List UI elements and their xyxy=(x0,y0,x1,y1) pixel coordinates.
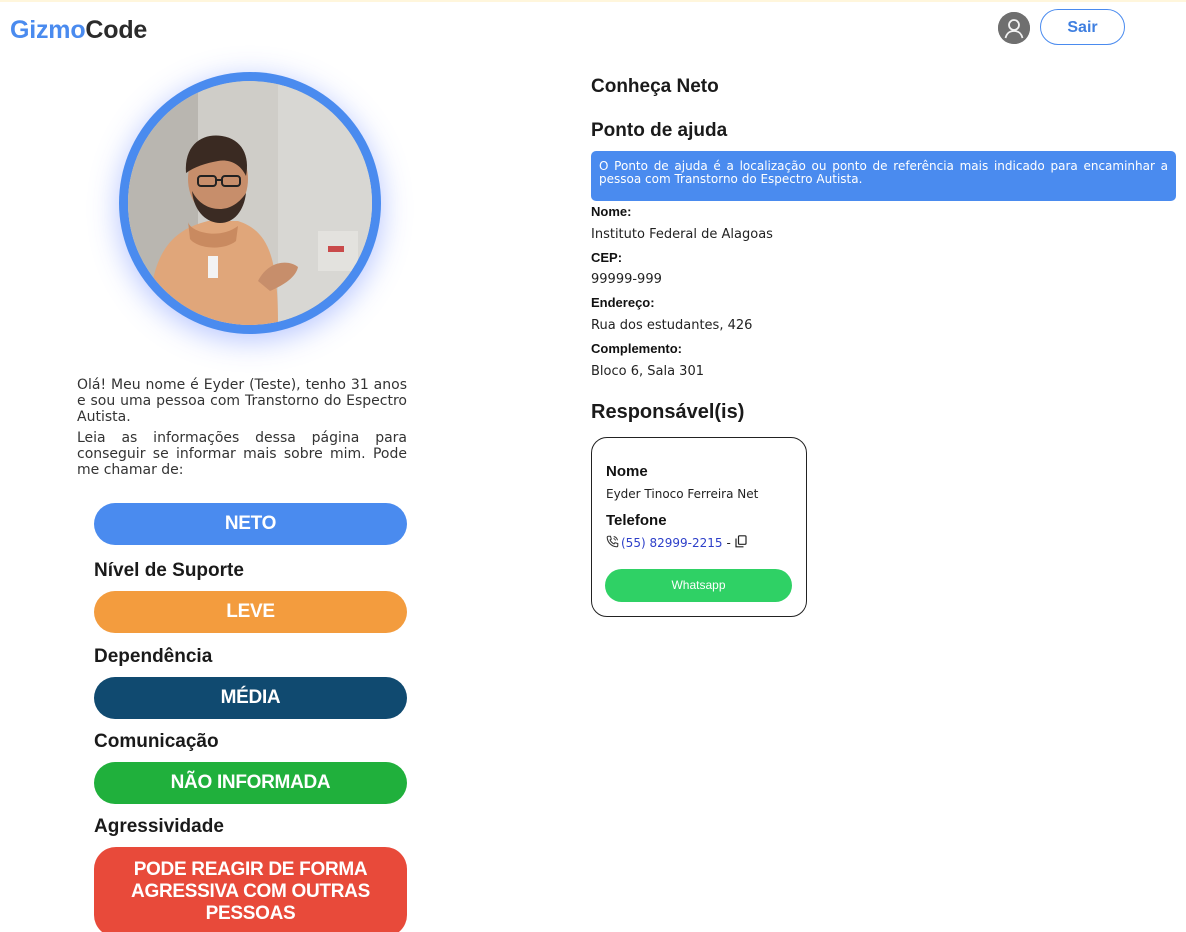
intro-text: Olá! Meu nome é Eyder (Teste), tenho 31 … xyxy=(77,377,407,478)
phone-link[interactable]: (55) 82999-2215 xyxy=(621,536,723,550)
communication-label: Comunicação xyxy=(94,731,219,752)
nickname-badge: NETO xyxy=(94,503,407,545)
help-point-name-value: Instituto Federal de Alagoas xyxy=(591,227,773,242)
help-point-address-label: Endereço: xyxy=(591,295,655,310)
help-point-title: Ponto de ajuda xyxy=(591,120,728,141)
logo-part-gizmo: Gizmo xyxy=(10,16,86,44)
profile-photo-frame xyxy=(119,72,381,334)
logo-part-code: Code xyxy=(85,16,148,44)
profile-photo xyxy=(128,81,372,325)
responsible-phone-label: Telefone xyxy=(606,512,667,529)
help-point-address-value: Rua dos estudantes, 426 xyxy=(591,318,753,333)
help-point-cep-value: 99999-999 xyxy=(591,272,662,287)
app-logo[interactable]: GizmoCode xyxy=(10,16,147,45)
intro-paragraph-2: Leia as informações dessa página para co… xyxy=(77,430,407,478)
copy-icon[interactable] xyxy=(735,535,747,551)
logout-button[interactable]: Sair xyxy=(1040,9,1125,45)
aggressiveness-label: Agressividade xyxy=(94,816,224,837)
page-title: Conheça Neto xyxy=(591,76,719,97)
top-accent-line xyxy=(0,0,1186,2)
dependency-badge: MÉDIA xyxy=(94,677,407,719)
phone-separator: - xyxy=(726,536,731,550)
help-point-name-label: Nome: xyxy=(591,204,632,219)
support-level-label: Nível de Suporte xyxy=(94,560,244,581)
phone-row: (55) 82999-2215 - xyxy=(606,535,747,551)
help-point-complement-label: Complemento: xyxy=(591,341,682,356)
user-avatar-icon[interactable] xyxy=(998,12,1030,44)
dependency-label: Dependência xyxy=(94,646,213,667)
support-level-badge: LEVE xyxy=(94,591,407,633)
help-point-complement-value: Bloco 6, Sala 301 xyxy=(591,364,704,379)
responsible-name-value: Eyder Tinoco Ferreira Net xyxy=(606,487,759,501)
aggressiveness-badge: PODE REAGIR DE FORMA AGRESSIVA COM OUTRA… xyxy=(94,847,407,932)
help-point-cep-label: CEP: xyxy=(591,250,623,265)
phone-icon xyxy=(606,535,619,551)
intro-paragraph-1: Olá! Meu nome é Eyder (Teste), tenho 31 … xyxy=(77,377,407,425)
responsible-card: Nome Eyder Tinoco Ferreira Net Telefone … xyxy=(591,437,807,617)
whatsapp-button[interactable]: Whatsapp xyxy=(605,569,792,602)
responsible-name-label: Nome xyxy=(606,463,648,480)
communication-badge: NÃO INFORMADA xyxy=(94,762,407,804)
help-point-info-box: O Ponto de ajuda é a localização ou pont… xyxy=(591,151,1176,201)
responsible-title: Responsável(is) xyxy=(591,401,745,423)
